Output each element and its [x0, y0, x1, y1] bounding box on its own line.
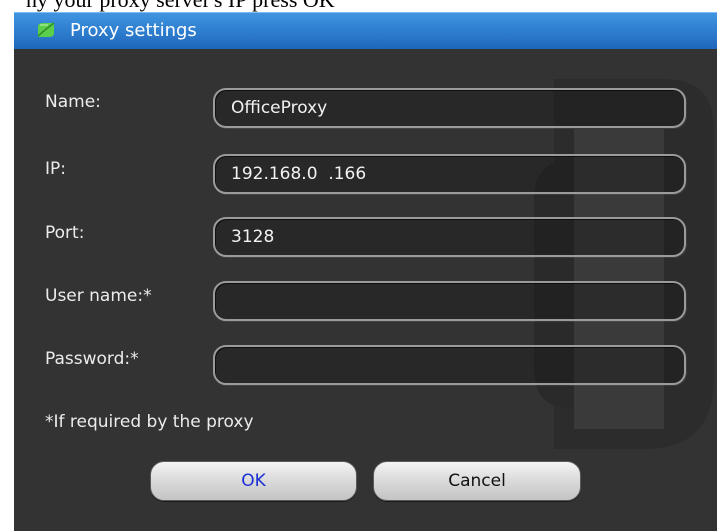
cancel-button[interactable]: Cancel: [373, 461, 581, 501]
required-note: *If required by the proxy: [45, 412, 254, 432]
dialog-body: Name: IP: Port: User name:* Password:* *…: [14, 49, 717, 531]
ip-label: IP:: [45, 159, 66, 179]
password-input[interactable]: [213, 345, 686, 385]
password-label: Password:*: [45, 349, 139, 369]
app-logo-icon: [37, 22, 55, 37]
window-title: Proxy settings: [70, 20, 197, 41]
ip-input[interactable]: [213, 154, 686, 194]
proxy-settings-dialog: Proxy settings Name: IP: Port: User name…: [0, 0, 717, 531]
name-label: Name:: [45, 92, 101, 112]
port-label: Port:: [45, 223, 85, 243]
username-label: User name:*: [45, 286, 152, 306]
username-input[interactable]: [213, 281, 686, 321]
name-input[interactable]: [213, 88, 686, 128]
port-input[interactable]: [213, 217, 686, 257]
ok-button[interactable]: OK: [150, 461, 357, 501]
title-bar[interactable]: Proxy settings: [14, 12, 717, 49]
